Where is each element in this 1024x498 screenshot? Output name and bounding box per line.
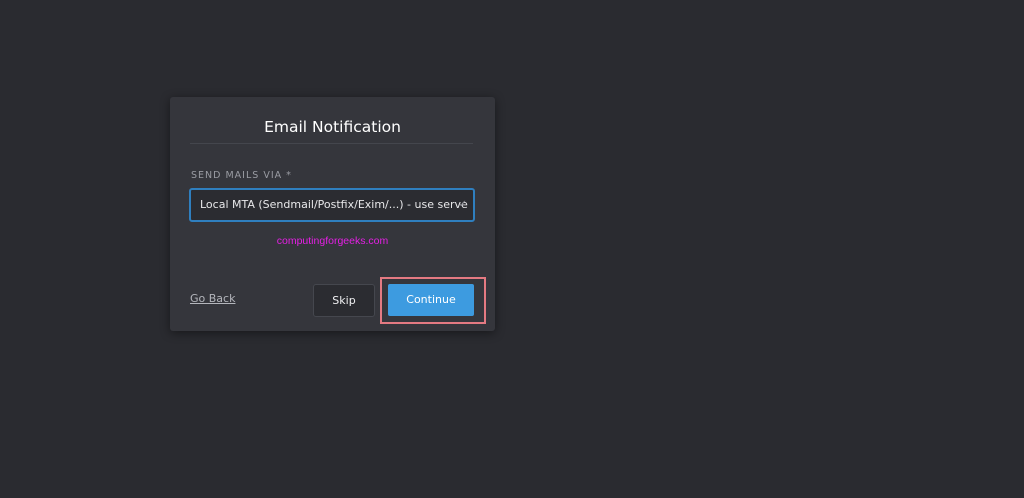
send-mails-via-label: SEND MAILS VIA * [191, 170, 292, 181]
chevron-down-icon: ✓ [458, 199, 467, 210]
continue-button[interactable]: Continue [388, 284, 474, 316]
skip-button[interactable]: Skip [313, 284, 375, 317]
page-background: Email Notification SEND MAILS VIA * Loca… [0, 0, 1024, 498]
select-value: Local MTA (Sendmail/Postfix/Exim/...) - … [200, 198, 468, 211]
title-divider [190, 143, 473, 144]
go-back-link[interactable]: Go Back [190, 292, 235, 305]
send-mails-via-select[interactable]: Local MTA (Sendmail/Postfix/Exim/...) - … [189, 188, 475, 222]
email-notification-dialog: Email Notification SEND MAILS VIA * Loca… [170, 97, 495, 331]
dialog-title: Email Notification [264, 118, 401, 136]
watermark-text: computingforgeeks.com [276, 235, 389, 247]
